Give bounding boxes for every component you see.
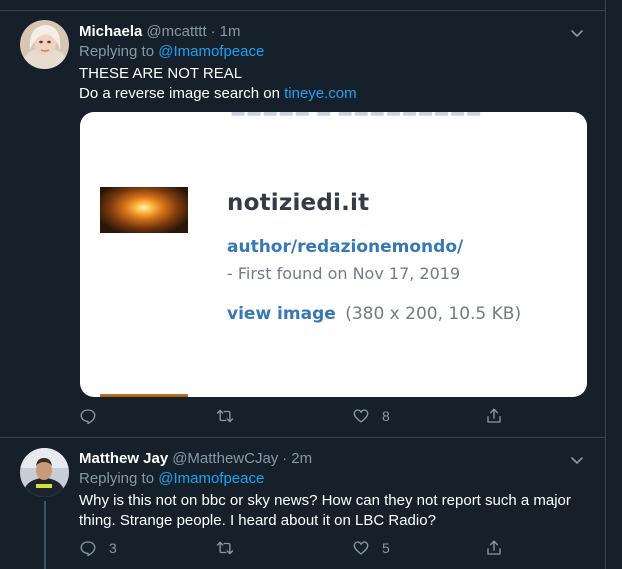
card-view-row: view image (380 x 200, 10.5 KB) xyxy=(227,304,521,324)
display-name[interactable]: Michaela xyxy=(79,23,142,40)
tweet-text-line: Do a reverse image search on tineye.com xyxy=(79,84,589,104)
tineye-link[interactable]: tineye.com xyxy=(284,85,357,102)
timestamp[interactable]: 1m xyxy=(220,23,241,40)
tweet-matthew-jay[interactable]: Matthew Jay @MatthewCJay · 2m Replying t… xyxy=(0,438,605,569)
replying-prefix: Replying to xyxy=(79,470,155,487)
card-author-path: author/redazionemondo/ xyxy=(227,237,464,257)
handle[interactable]: @mcatttt xyxy=(146,23,206,40)
share-button[interactable] xyxy=(485,538,503,558)
cropped-thumbnail xyxy=(100,394,188,397)
card-view-image: view image xyxy=(227,304,336,324)
thread-line xyxy=(44,501,46,569)
retweet-button[interactable] xyxy=(216,538,246,558)
tweet-text: Why is this not on bbc or sky news? How … xyxy=(79,492,571,529)
tweet-header: Matthew Jay @MatthewCJay · 2m xyxy=(79,450,312,470)
cropped-text: ▬▬▬▬▬ ▬ ▬▬▬▬▬▬▬▬▬ xyxy=(230,112,482,122)
attached-image[interactable]: ▬▬▬▬▬ ▬ ▬▬▬▬▬▬▬▬▬ notiziedi.it author/re… xyxy=(80,112,587,397)
separator-dot: · xyxy=(282,450,288,467)
heart-icon xyxy=(353,409,369,423)
timestamp[interactable]: 2m xyxy=(291,450,312,467)
separator-dot: · xyxy=(210,23,216,40)
chevron-down-icon[interactable] xyxy=(569,25,585,41)
retweet-icon xyxy=(216,409,234,423)
reply-icon xyxy=(80,409,96,425)
tweet-header: Michaela @mcatttt · 1m xyxy=(79,23,240,43)
retweet-button[interactable] xyxy=(216,406,246,426)
tweet-michaela[interactable]: Michaela @mcatttt · 1m Replying to @Imam… xyxy=(0,11,605,437)
chevron-down-icon[interactable] xyxy=(569,452,585,468)
card-site-name: notiziedi.it xyxy=(227,190,370,216)
column-border xyxy=(605,0,606,569)
tweet-actions: 8 xyxy=(79,406,509,426)
replying-prefix: Replying to xyxy=(79,43,155,60)
reply-icon xyxy=(80,541,96,557)
avatar[interactable] xyxy=(20,20,69,69)
timeline: Michaela @mcatttt · 1m Replying to @Imam… xyxy=(0,0,622,569)
retweet-icon xyxy=(216,541,234,555)
share-button[interactable] xyxy=(485,406,503,426)
card-dimensions: (380 x 200, 10.5 KB) xyxy=(345,304,522,324)
tweet-text-prefix: Do a reverse image search on xyxy=(79,85,280,102)
display-name[interactable]: Matthew Jay xyxy=(79,450,168,467)
tweet-actions: 3 5 xyxy=(79,538,509,558)
avatar[interactable] xyxy=(20,448,69,497)
mention-link[interactable]: @Imamofpeace xyxy=(158,43,264,60)
like-button[interactable]: 8 xyxy=(352,406,390,426)
card-first-found: - First found on Nov 17, 2019 xyxy=(227,264,461,283)
reply-button[interactable]: 3 xyxy=(79,538,117,558)
replying-to: Replying to @Imamofpeace xyxy=(79,43,264,60)
tweet-text-line: THESE ARE NOT REAL xyxy=(79,65,243,82)
handle[interactable]: @MatthewCJay xyxy=(172,450,278,467)
like-count: 5 xyxy=(382,540,390,556)
tweet-text: THESE ARE NOT REAL Do a reverse image se… xyxy=(79,64,589,104)
like-button[interactable]: 5 xyxy=(352,538,390,558)
heart-icon xyxy=(353,541,369,555)
share-icon xyxy=(487,540,501,555)
share-icon xyxy=(487,408,501,423)
like-count: 8 xyxy=(382,408,390,424)
reply-button[interactable] xyxy=(79,406,109,426)
mention-link[interactable]: @Imamofpeace xyxy=(158,470,264,487)
reply-count: 3 xyxy=(109,540,117,556)
fire-thumbnail xyxy=(100,187,188,233)
replying-to: Replying to @Imamofpeace xyxy=(79,470,264,487)
